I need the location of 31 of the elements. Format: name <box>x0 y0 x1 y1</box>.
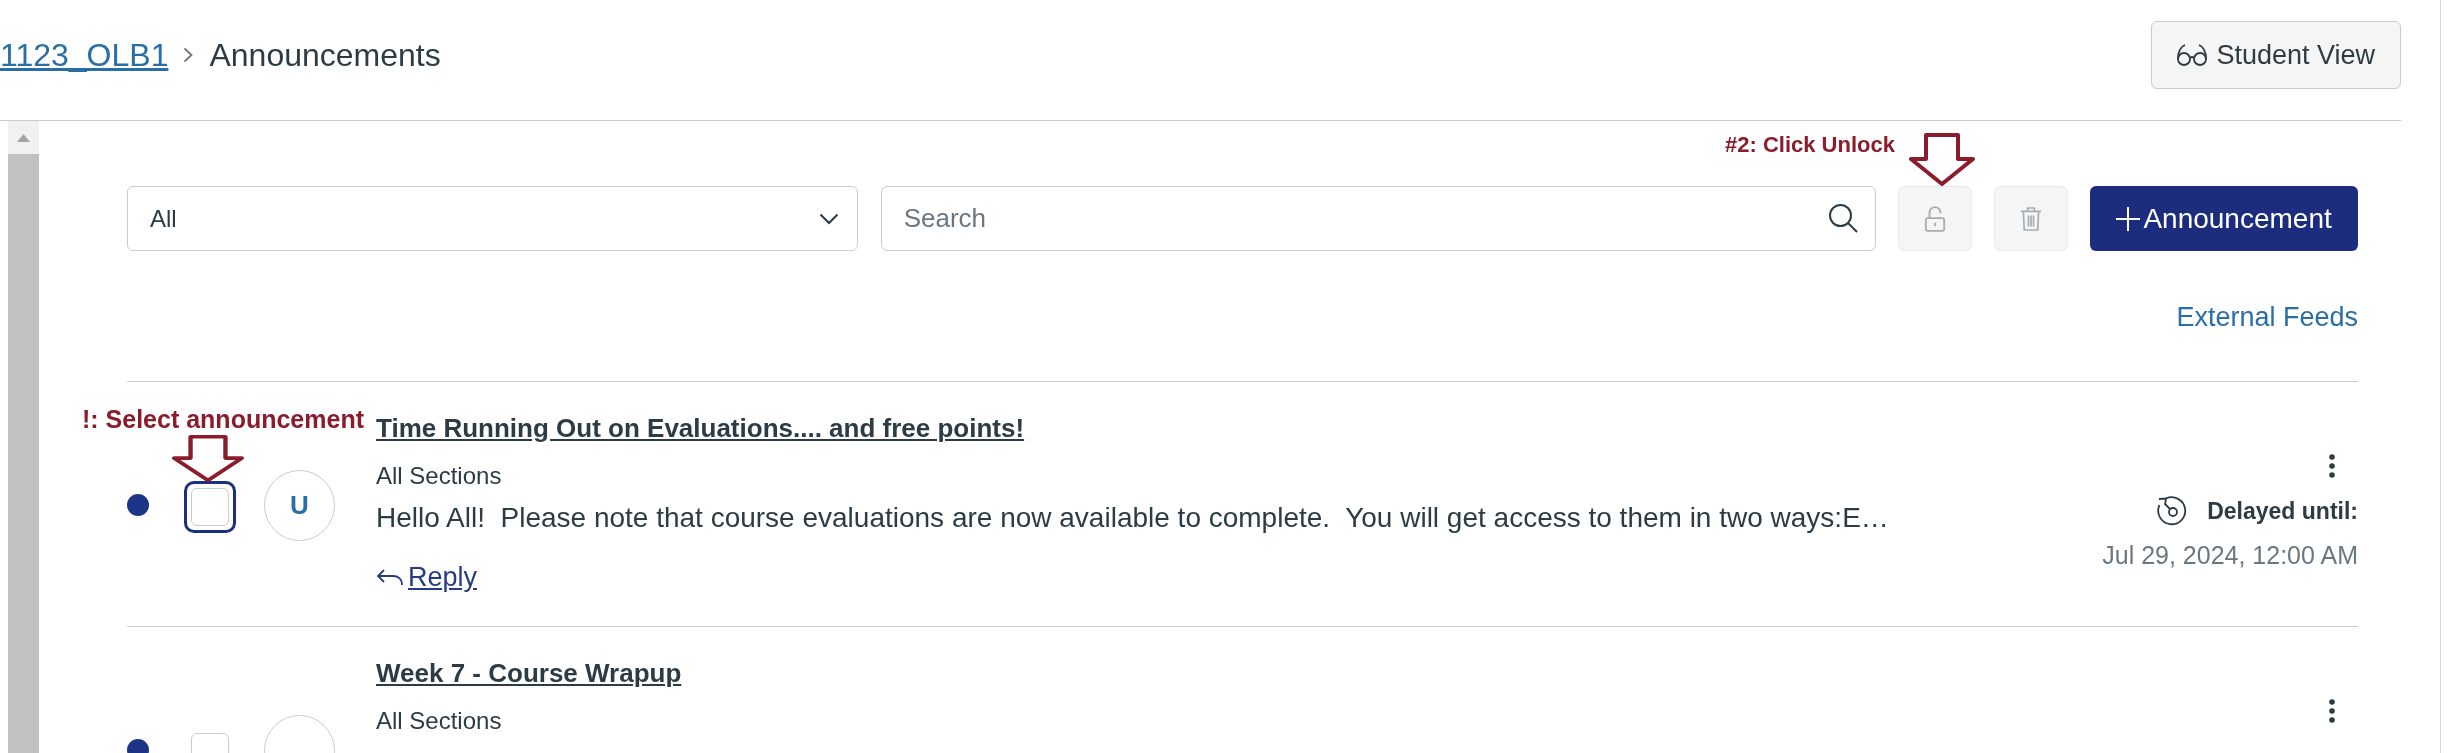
unlocked-padlock-icon <box>1924 204 1947 233</box>
annotation-arrow <box>172 435 244 483</box>
vertical-dots-icon <box>2329 454 2335 478</box>
select-checkbox[interactable] <box>184 481 236 533</box>
add-announcement-button[interactable]: Announcement <box>2090 186 2358 251</box>
vertical-dots-icon <box>2329 699 2335 723</box>
page-title: Announcements <box>209 36 441 75</box>
annotation-arrow <box>1909 133 1975 187</box>
delayed-clock-icon <box>2156 495 2189 527</box>
search-field[interactable]: Search <box>880 186 1877 251</box>
annotation-label: !: Select announcement <box>82 405 364 433</box>
plus-icon <box>2116 206 2141 231</box>
filter-dropdown[interactable]: All <box>127 186 858 251</box>
glasses-icon <box>2177 44 2208 66</box>
student-view-button[interactable]: Student View <box>2151 21 2401 89</box>
delayed-date: Jul 29, 2024, 12:00 AM <box>2102 540 2358 570</box>
sections-label: All Sections <box>376 462 502 490</box>
delayed-until-label: Delayed until: <box>2207 497 2358 525</box>
chevron-right-icon <box>183 47 194 63</box>
external-feeds-link[interactable]: External Feeds <box>2176 301 2358 333</box>
announcement-preview-text: Hello All! Please note that course evaluations are now available to complete. You will get access to them in two ways:E… <box>376 503 1889 533</box>
chevron-down-icon <box>818 212 839 225</box>
announcement-title-link[interactable]: Week 7 - Course Wrapup <box>376 658 682 688</box>
search-icon <box>1828 203 1859 233</box>
reply-link[interactable]: Reply <box>376 561 478 593</box>
course-link[interactable]: 1123_OLB1 <box>0 35 169 75</box>
reply-arrow-icon <box>376 567 404 587</box>
announcement-title-link[interactable]: Time Running Out on Evaluations.... and free points! <box>376 413 1025 443</box>
trash-icon <box>2020 204 2043 233</box>
annotation-label: #2: Click Unlock <box>1725 131 1895 159</box>
sections-label: All Sections <box>376 707 502 735</box>
